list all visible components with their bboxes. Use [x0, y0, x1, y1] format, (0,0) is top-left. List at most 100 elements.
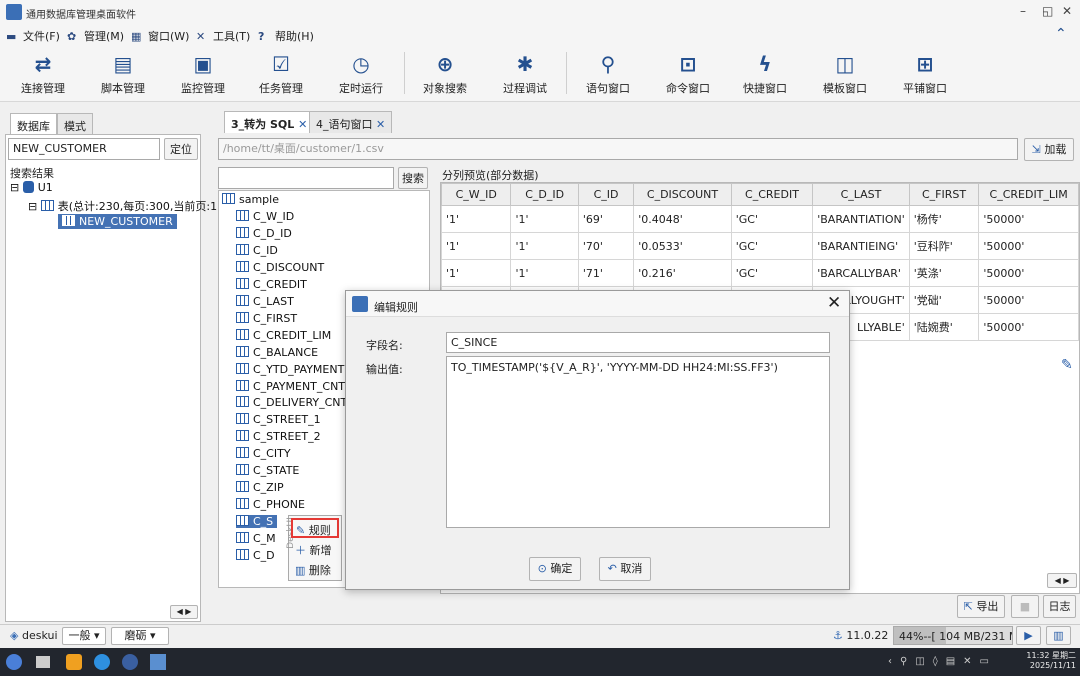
column-tree-item[interactable]: C_CREDIT_LIM: [236, 328, 331, 342]
preview-cell[interactable]: 'BARANTIEING': [812, 232, 910, 260]
menu-window[interactable]: ▦ 窗口(W): [131, 28, 189, 44]
files-icon[interactable]: [66, 654, 82, 670]
column-search-input[interactable]: [218, 167, 394, 189]
output-value-textarea[interactable]: TO_TIMESTAMP('${V_A_R}', 'YYYY-MM-DD HH2…: [446, 356, 830, 528]
column-tree-item[interactable]: C_D: [236, 549, 275, 562]
column-tree-item[interactable]: C_W_ID: [236, 210, 294, 223]
preview-column-header[interactable]: C_DISCOUNT: [633, 183, 732, 206]
run-button[interactable]: ▶: [1016, 626, 1041, 645]
preview-column-header[interactable]: C_CREDIT_LIM: [978, 183, 1079, 206]
preview-cell[interactable]: 'BARANTIATION': [812, 205, 910, 233]
tray-icons[interactable]: ‹⚲◫◊▤✕▭: [888, 656, 997, 667]
toolbar-command-window-button[interactable]: ⊡ 命令窗口: [653, 50, 723, 96]
close-tab-icon[interactable]: ✕: [298, 118, 307, 131]
context-item-add[interactable]: ＋ 新增: [295, 542, 332, 558]
context-item-rule[interactable]: ✎ 规则: [291, 518, 339, 538]
preview-cell[interactable]: '50000': [978, 313, 1079, 341]
tab-database[interactable]: 数据库: [10, 113, 57, 135]
preview-cell[interactable]: '1': [510, 259, 579, 287]
preview-cell[interactable]: 'GC': [730, 205, 814, 233]
browser-icon[interactable]: [94, 654, 110, 670]
dialog-cancel-button[interactable]: ↶ 取消: [599, 557, 651, 581]
preview-cell[interactable]: '党础': [908, 286, 980, 314]
app-taskbar-icon[interactable]: [150, 654, 166, 670]
tree-node-new-customer[interactable]: NEW_CUSTOMER: [58, 214, 177, 229]
toolbar-connection-button[interactable]: ⇄ 连接管理: [8, 50, 78, 96]
tree-node-tables[interactable]: ⊟ 表(总计:230,每页:300,当前页:1: [28, 198, 217, 214]
column-tree-item[interactable]: C_M: [236, 532, 276, 545]
preview-cell[interactable]: '50000': [978, 232, 1079, 260]
preview-cell[interactable]: '杨传': [908, 205, 980, 233]
column-tree-item[interactable]: C_YTD_PAYMENT: [236, 362, 344, 376]
preview-cell[interactable]: '豆科阼': [908, 232, 980, 260]
toolbar-template-window-button[interactable]: ◫ 模板窗口: [810, 50, 880, 96]
wrench-icon[interactable]: ✎: [1061, 357, 1073, 373]
tab-statement-window[interactable]: 4_语句窗口 ✕: [309, 111, 393, 133]
preview-cell[interactable]: '1': [510, 205, 579, 233]
column-search-button[interactable]: 搜索: [398, 167, 428, 189]
tab-convert-sql[interactable]: 3_转为 SQL ✕: [224, 111, 315, 133]
preview-cell[interactable]: '50000': [978, 205, 1079, 233]
mode-select[interactable]: 一般 ▾: [62, 627, 106, 645]
menu-help[interactable]: ? 帮助(H): [258, 28, 314, 44]
grid-scroll-buttons[interactable]: ◀ ▶: [1047, 573, 1077, 588]
preview-cell[interactable]: '70': [577, 232, 635, 260]
left-scroll-buttons[interactable]: ◀ ▶: [170, 605, 198, 619]
preview-column-header[interactable]: C_ID: [577, 183, 635, 206]
preview-cell[interactable]: 'GC': [730, 232, 814, 260]
column-tree-item[interactable]: C_STREET_1: [236, 413, 321, 426]
column-tree-item[interactable]: C_BALANCE: [236, 345, 318, 359]
preview-cell[interactable]: '0.0533': [633, 232, 732, 260]
column-tree-item[interactable]: C_S: [236, 515, 278, 529]
preview-column-header[interactable]: C_W_ID: [441, 183, 512, 206]
close-window-button[interactable]: ✕: [1062, 4, 1072, 18]
preview-cell[interactable]: '69': [577, 205, 635, 233]
preview-cell[interactable]: 'GC': [730, 259, 814, 287]
voice-icon[interactable]: [122, 654, 138, 670]
export-button[interactable]: ⇱ 导出: [957, 595, 1005, 618]
clear-button[interactable]: ▥: [1046, 626, 1071, 645]
toolbar-object-search-button[interactable]: ⊕ 对象搜索: [410, 50, 480, 96]
close-tab-icon[interactable]: ✕: [376, 118, 385, 131]
dialog-ok-button[interactable]: ⊙ 确定: [529, 557, 581, 581]
load-button[interactable]: ⇲ 加载: [1024, 138, 1074, 161]
menu-tools[interactable]: ✕ 工具(T): [196, 28, 250, 44]
toolbar-task-button[interactable]: ☑ 任务管理: [246, 50, 316, 96]
column-tree-item[interactable]: C_STREET_2: [236, 430, 321, 443]
preview-column-header[interactable]: C_CREDIT: [730, 183, 814, 206]
column-tree-item[interactable]: C_ID: [236, 243, 278, 257]
stop-button[interactable]: ■: [1011, 595, 1039, 618]
preview-cell[interactable]: 'BARCALLYBAR': [812, 259, 910, 287]
object-search-input[interactable]: NEW_CUSTOMER: [8, 138, 160, 160]
log-button[interactable]: 日志: [1043, 595, 1076, 618]
column-tree-item[interactable]: C_CITY: [236, 447, 291, 460]
preview-cell[interactable]: '71': [577, 259, 635, 287]
column-tree-item[interactable]: C_PHONE: [236, 498, 305, 511]
preview-cell[interactable]: '50000': [978, 286, 1079, 314]
column-tree-item[interactable]: C_PAYMENT_CNT: [236, 379, 345, 393]
toolbar-quick-window-button[interactable]: ϟ 快捷窗口: [730, 50, 800, 96]
start-menu-icon[interactable]: [6, 654, 22, 670]
preview-cell[interactable]: '陆婉费': [908, 313, 980, 341]
column-tree-item[interactable]: C_ZIP: [236, 481, 284, 494]
column-tree-root[interactable]: sample: [222, 193, 279, 206]
column-tree-item[interactable]: C_DELIVERY_CNT: [236, 396, 347, 409]
toolbar-script-button[interactable]: ▤ 脚本管理: [88, 50, 158, 96]
toolbar-schedule-button[interactable]: ◷ 定时运行: [326, 50, 396, 96]
minimize-button[interactable]: –: [1020, 4, 1026, 18]
menu-manage[interactable]: ✿ 管理(M): [67, 28, 124, 44]
preview-column-header[interactable]: C_FIRST: [908, 183, 980, 206]
preview-cell[interactable]: '0.216': [633, 259, 732, 287]
preview-cell[interactable]: '0.4048': [633, 205, 732, 233]
preview-cell[interactable]: '1': [441, 232, 512, 260]
theme-select[interactable]: 磨砺 ▾: [111, 627, 169, 645]
locate-button[interactable]: 定位: [164, 138, 198, 160]
toolbar-debug-button[interactable]: ✱ 过程调试: [490, 50, 560, 96]
collapse-ribbon-icon[interactable]: ⌃: [1055, 26, 1067, 42]
field-name-input[interactable]: C_SINCE: [446, 332, 830, 353]
preview-cell[interactable]: '英涤': [908, 259, 980, 287]
preview-column-header[interactable]: C_LAST: [812, 183, 910, 206]
context-item-delete[interactable]: ▥ 删除: [295, 562, 331, 578]
column-tree-item[interactable]: C_CREDIT: [236, 277, 307, 291]
preview-cell[interactable]: '50000': [978, 259, 1079, 287]
